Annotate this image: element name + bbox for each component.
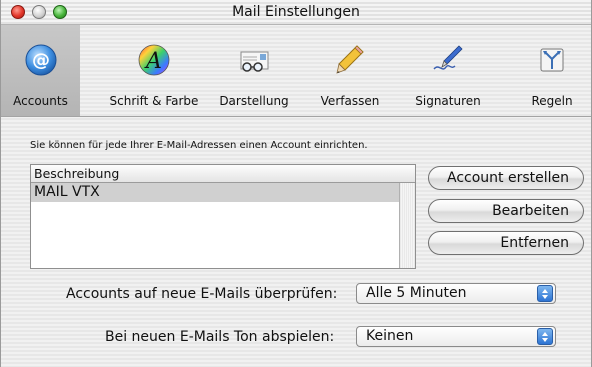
check-mail-value: Alle 5 Minuten (366, 285, 467, 301)
remove-account-button[interactable]: Entfernen (428, 231, 584, 255)
check-mail-label: Accounts auf neue E-Mails überprüfen: (66, 286, 338, 302)
tab-fonts-colors[interactable]: A Schrift & Farbe (104, 25, 204, 117)
at-sign-icon: @ (25, 44, 56, 76)
tab-accounts[interactable]: @ Accounts (1, 25, 80, 117)
svg-text:A: A (144, 49, 162, 74)
popup-arrows-icon (537, 328, 553, 345)
accounts-hint-text: Sie können für jede Ihrer E-Mail-Adresse… (30, 140, 368, 151)
preferences-toolbar: @ Accounts A Schrift & Farbe Darstellung… (1, 25, 591, 117)
tab-viewing-label: Darstellung (219, 94, 289, 108)
create-account-button[interactable]: Account erstellen (428, 166, 584, 190)
rules-icon (540, 48, 564, 72)
pencil-icon (336, 45, 364, 74)
glasses-envelope-icon (240, 51, 269, 72)
account-name: MAIL VTX (34, 184, 100, 200)
tab-composing[interactable]: Verfassen (311, 25, 389, 117)
tab-viewing[interactable]: Darstellung (211, 25, 297, 117)
tab-fonts-colors-label: Schrift & Farbe (109, 94, 199, 108)
popup-arrows-icon (537, 285, 553, 302)
new-mail-sound-value: Keinen (366, 328, 414, 344)
toolbar-divider (1, 116, 591, 117)
new-mail-sound-popup[interactable]: Keinen (356, 326, 556, 347)
title-bar[interactable]: Mail Einstellungen (1, 0, 591, 25)
new-mail-sound-label: Bei neuen E-Mails Ton abspielen: (105, 329, 335, 345)
tab-rules-label: Regeln (531, 94, 573, 108)
tab-accounts-label: Accounts (13, 94, 68, 108)
tab-composing-label: Verfassen (320, 94, 380, 108)
list-column-header[interactable]: Beschreibung (31, 165, 415, 183)
fountain-pen-icon (433, 45, 463, 70)
column-header-description: Beschreibung (34, 166, 120, 181)
tab-signatures-label: Signaturen (415, 94, 481, 108)
window-title: Mail Einstellungen (232, 4, 360, 20)
font-color-icon: A (138, 44, 170, 76)
preferences-window: Mail Einstellungen @ Accounts A Schrift … (0, 0, 592, 367)
accounts-list[interactable]: Beschreibung MAIL VTX (30, 164, 416, 269)
list-item[interactable]: MAIL VTX (31, 183, 401, 202)
tab-rules[interactable]: Regeln (516, 25, 588, 117)
edit-account-button[interactable]: Bearbeiten (428, 199, 584, 223)
list-scrollbar[interactable] (399, 183, 415, 268)
tab-signatures[interactable]: Signaturen (407, 25, 489, 117)
check-mail-popup[interactable]: Alle 5 Minuten (356, 283, 556, 304)
svg-text:@: @ (32, 50, 50, 71)
